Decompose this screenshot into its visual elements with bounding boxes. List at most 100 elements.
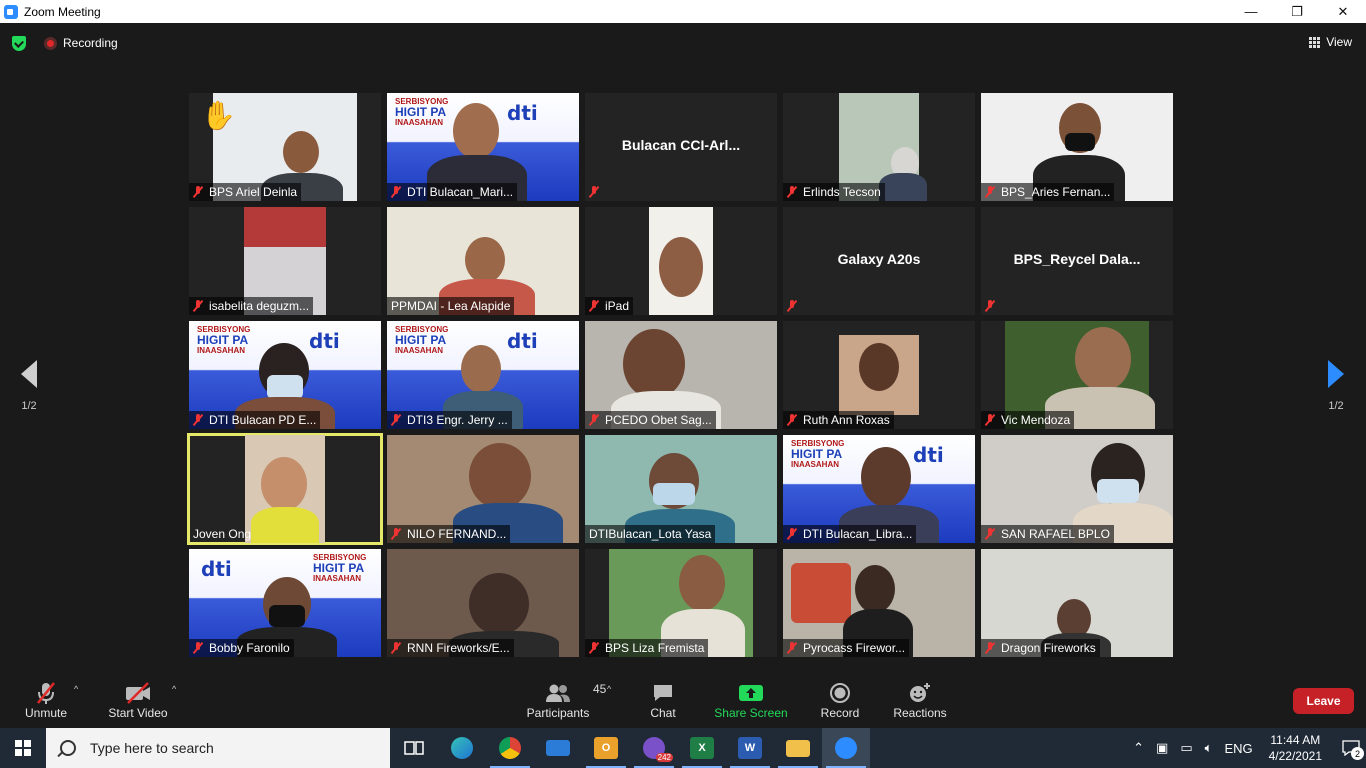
participant-display-name: Galaxy A20s (837, 251, 921, 267)
participant-tile[interactable]: isabelita deguzm... (189, 207, 381, 315)
next-page-control[interactable]: 1/2 (1316, 360, 1356, 412)
participant-tile[interactable]: iPad (585, 207, 777, 315)
audio-options-caret-icon[interactable]: ^ (74, 684, 78, 694)
video-gallery: ✋ BPS Ariel Deinla SERBISYONG HIGIT PA INA… (187, 93, 1177, 659)
participant-tile[interactable]: NILO FERNAND... (387, 435, 579, 543)
taskbar-excel[interactable]: X (678, 728, 726, 768)
dti-banner: SERBISYONG HIGIT PA INAASAHAN (395, 97, 449, 127)
participant-tile[interactable]: PCEDO Obet Sag... (585, 321, 777, 429)
page-indicator-right: 1/2 (1328, 400, 1344, 412)
participant-tile[interactable]: Ruth Ann Roxas (783, 321, 975, 429)
unmute-button[interactable]: Unmute (22, 680, 70, 720)
leave-button[interactable]: Leave (1293, 688, 1354, 714)
arrow-left-icon[interactable] (21, 360, 37, 388)
participants-count: 45 (593, 682, 607, 696)
taskbar-zoom[interactable] (822, 728, 870, 768)
participant-nametag: Joven Ong (189, 525, 255, 543)
reactions-smiley-icon (908, 680, 932, 706)
raised-hand-icon: ✋ (201, 100, 236, 131)
task-view-icon (404, 741, 424, 755)
participant-tile-active-speaker[interactable]: Joven Ong (187, 433, 383, 545)
taskbar-file-explorer[interactable] (774, 728, 822, 768)
share-screen-icon (738, 680, 764, 706)
search-placeholder: Type here to search (90, 740, 214, 756)
reactions-button[interactable]: Reactions (892, 680, 948, 720)
participant-nametag: DTI Bulacan_Libra... (783, 525, 917, 543)
mic-muted-icon (787, 642, 797, 654)
participant-tile[interactable]: SERBISYONG HIGIT PA INAASAHAN dti DTI Bula… (387, 93, 579, 201)
unmute-label: Unmute (24, 706, 68, 720)
taskbar-chrome[interactable] (486, 728, 534, 768)
show-hidden-icons-icon[interactable]: ⌃ (1133, 740, 1144, 756)
mic-muted-icon (985, 642, 995, 654)
mic-muted-icon (391, 642, 401, 654)
close-button[interactable]: ✕ (1320, 0, 1366, 23)
participant-tile[interactable]: DTIBulacan_Lota Yasa (585, 435, 777, 543)
taskbar-mail[interactable] (534, 728, 582, 768)
taskbar-clock[interactable]: 11:44 AM 4/22/2021 (1269, 732, 1322, 764)
share-screen-button[interactable]: Share Screen (714, 680, 788, 720)
participant-tile[interactable]: BPS_Aries Fernan... (981, 93, 1173, 201)
taskbar-edge[interactable] (438, 728, 486, 768)
participant-tile[interactable]: Erlinds Tecson (783, 93, 975, 201)
participant-name: DTI Bulacan_Mari... (407, 185, 514, 199)
taskbar-search-box[interactable]: Type here to search (46, 728, 390, 768)
encryption-shield-icon[interactable] (12, 36, 26, 51)
participant-name: Vic Mendoza (1001, 413, 1071, 427)
participant-tile[interactable]: BPS Liza Fremista (585, 549, 777, 657)
record-button[interactable]: Record (818, 680, 862, 720)
participants-options-caret-icon[interactable]: ^ (607, 684, 611, 694)
participant-tile[interactable]: Dragon Fireworks (981, 549, 1173, 657)
start-video-button[interactable]: Start Video (106, 680, 170, 720)
minimize-button[interactable]: — (1228, 0, 1274, 23)
network-icon[interactable]: ▭ (1180, 740, 1192, 756)
participant-tile[interactable]: SAN RAFAEL BPLO (981, 435, 1173, 543)
recording-indicator[interactable]: Recording (44, 36, 118, 50)
participant-tile[interactable]: Galaxy A20s (783, 207, 975, 315)
participant-tile[interactable]: Bulacan CCI-Arl... (585, 93, 777, 201)
arrow-right-icon[interactable] (1328, 360, 1344, 388)
participant-tile[interactable]: ✋ BPS Ariel Deinla (189, 93, 381, 201)
participant-video (649, 207, 713, 315)
participant-name: NILO FERNAND... (407, 527, 507, 541)
dti-banner: SERBISYONG HIGIT PA INAASAHAN (791, 439, 845, 469)
participant-tile[interactable]: PPMDAI - Lea Alapide (387, 207, 579, 315)
participant-nametag: Bobby Faronilo (189, 639, 294, 657)
volume-icon[interactable]: 🔈︎ (1205, 740, 1213, 756)
taskbar-outlook[interactable]: O (582, 728, 630, 768)
participant-tile[interactable]: BPS_Reycel Dala... (981, 207, 1173, 315)
video-options-caret-icon[interactable]: ^ (172, 684, 176, 694)
start-video-label: Start Video (108, 706, 168, 720)
participant-name: Ruth Ann Roxas (803, 413, 890, 427)
previous-page-control[interactable]: 1/2 (9, 360, 49, 412)
outlook-icon: O (594, 737, 618, 759)
task-view-button[interactable] (390, 728, 438, 768)
participant-tile[interactable]: Pyrocass Firewor... (783, 549, 975, 657)
view-button[interactable]: View (1309, 35, 1352, 49)
participant-tile[interactable]: Vic Mendoza (981, 321, 1173, 429)
restore-button[interactable]: ❐ (1274, 0, 1320, 23)
taskbar-word[interactable]: W (726, 728, 774, 768)
dti-logo: dti (913, 443, 944, 467)
participants-button[interactable]: 45 Participants (526, 680, 607, 720)
participant-display-name: BPS_Reycel Dala... (1013, 251, 1141, 267)
participants-label: Participants (526, 706, 590, 720)
participant-tile[interactable]: SERBISYONG HIGIT PA INAASAHAN dti DTI Bula… (783, 435, 975, 543)
start-button[interactable] (0, 728, 46, 768)
participant-name: RNN Fireworks/E... (407, 641, 510, 655)
participant-nametag: SAN RAFAEL BPLO (981, 525, 1114, 543)
chrome-icon (499, 737, 521, 759)
participant-tile[interactable]: RNN Fireworks/E... (387, 549, 579, 657)
mic-muted-icon (193, 300, 203, 312)
mic-muted-icon (985, 300, 995, 312)
meeting-topbar: Recording View (0, 23, 1366, 63)
taskbar-viber[interactable]: 242 (630, 728, 678, 768)
language-indicator[interactable]: ENG (1224, 741, 1252, 756)
meet-now-icon[interactable]: ▣ (1156, 740, 1168, 756)
participant-tile[interactable]: SERBISYONG HIGIT PA INAASAHAN dti DTI Bula… (189, 321, 381, 429)
participant-tile[interactable]: SERBISYONG HIGIT PA INAASAHAN dti DTI3 Eng… (387, 321, 579, 429)
chat-button[interactable]: Chat (645, 680, 681, 720)
participant-nametag (783, 297, 807, 315)
participant-tile[interactable]: SERBISYONG HIGIT PA INAASAHAN dti Bobby Fa… (189, 549, 381, 657)
notifications-button[interactable]: 2 (1336, 728, 1366, 768)
